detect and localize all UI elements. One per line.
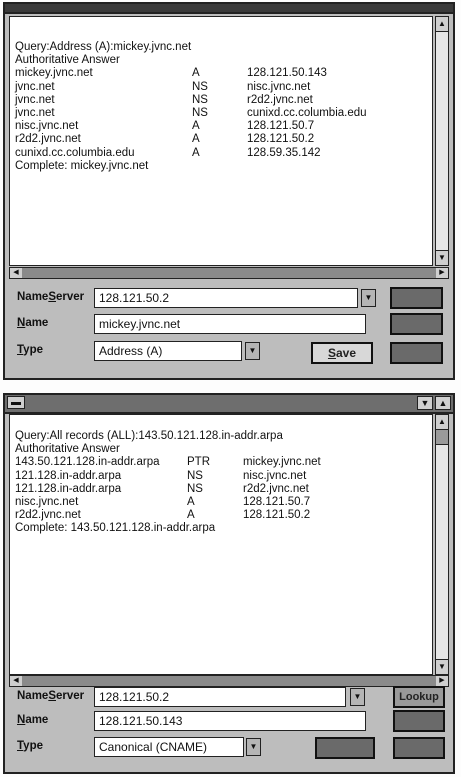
record-row: nisc.jvnc.net A 128.121.50.7 bbox=[15, 120, 315, 133]
vertical-scrollbar[interactable]: ▲ ▼ bbox=[435, 16, 449, 266]
complete-line: Complete: 143.50.121.128.in-addr.arpa bbox=[15, 522, 216, 535]
record-row: 143.50.121.128.in-addr.arpa PTR mickey.jvn… bbox=[15, 456, 321, 469]
results-pane: Query:All records (ALL):143.50.121.128.i… bbox=[9, 414, 433, 675]
lookup-button[interactable]: Lookup bbox=[393, 686, 445, 708]
scroll-up-icon[interactable]: ▲ bbox=[436, 17, 448, 32]
scroll-thumb[interactable] bbox=[436, 430, 448, 445]
complete-line: Complete: mickey.jvnc.net bbox=[15, 159, 149, 172]
chevron-down-icon[interactable]: ▼ bbox=[361, 289, 376, 307]
name-input[interactable]: mickey.jvnc.net bbox=[94, 314, 366, 334]
horizontal-scrollbar[interactable]: ◀ ▶ bbox=[9, 267, 449, 279]
scroll-down-icon[interactable]: ▼ bbox=[436, 659, 448, 674]
exit-button[interactable] bbox=[390, 342, 443, 364]
record-row: jvnc.net NS r2d2.jvnc.net bbox=[15, 93, 313, 106]
record-row: 121.128.in-addr.arpa NS nisc.jvnc.net bbox=[15, 469, 307, 482]
minimize-icon[interactable]: ▼ bbox=[417, 396, 433, 410]
record-row: jvnc.net NS cunixd.cc.columbia.edu bbox=[15, 106, 367, 119]
scroll-down-icon[interactable]: ▼ bbox=[436, 250, 448, 265]
nameserver-label: NameServer bbox=[17, 690, 85, 702]
system-menu-icon[interactable]: ▬ bbox=[7, 396, 25, 409]
chevron-down-icon[interactable]: ▼ bbox=[350, 688, 365, 706]
action-button[interactable] bbox=[393, 710, 445, 732]
type-select[interactable]: Canonical (CNAME) bbox=[94, 737, 244, 757]
type-label: Type bbox=[17, 344, 43, 356]
dns-window-2: ▬ ▼ ▲ Query:All records (ALL):143.50.121… bbox=[3, 393, 455, 774]
chevron-down-icon[interactable]: ▼ bbox=[246, 738, 261, 756]
record-row: r2d2.jvnc.net A 128.121.50.2 bbox=[15, 133, 315, 146]
lookup-button[interactable] bbox=[390, 287, 443, 309]
horizontal-scrollbar[interactable]: ◀ ▶ bbox=[9, 675, 449, 687]
name-label: Name bbox=[17, 317, 49, 329]
nameserver-input[interactable]: 128.121.50.2 bbox=[94, 687, 346, 707]
nameserver-label: NameServer bbox=[17, 291, 85, 303]
name-label: Name bbox=[17, 714, 49, 726]
record-row: cunixd.cc.columbia.edu A 128.59.35.142 bbox=[15, 146, 321, 159]
dns-window-1: Query:Address (A):mickey.jvnc.net Author… bbox=[3, 2, 455, 380]
action-button[interactable] bbox=[390, 313, 443, 335]
record-row: jvnc.net NS nisc.jvnc.net bbox=[15, 80, 311, 93]
chevron-down-icon[interactable]: ▼ bbox=[245, 342, 260, 360]
type-label: Type bbox=[17, 740, 43, 752]
query-line: Query:Address (A):mickey.jvnc.net bbox=[15, 41, 192, 53]
authoritative-line: Authoritative Answer bbox=[15, 54, 120, 67]
record-row: mickey.jvnc.net A 128.121.50.143 bbox=[15, 67, 327, 80]
query-line: Query:All records (ALL):143.50.121.128.i… bbox=[15, 430, 283, 442]
maximize-icon[interactable]: ▲ bbox=[435, 396, 451, 410]
name-input[interactable]: 128.121.50.143 bbox=[94, 711, 366, 731]
scroll-left-icon[interactable]: ◀ bbox=[10, 676, 22, 686]
scroll-right-icon[interactable]: ▶ bbox=[436, 268, 448, 278]
scroll-right-icon[interactable]: ▶ bbox=[436, 676, 448, 686]
vertical-scrollbar[interactable]: ▲ ▼ bbox=[435, 414, 449, 675]
record-row: r2d2.jvnc.net A 128.121.50.2 bbox=[15, 509, 311, 522]
save-button[interactable] bbox=[315, 737, 375, 759]
results-pane: Query:Address (A):mickey.jvnc.net Author… bbox=[9, 16, 433, 266]
type-select[interactable]: Address (A) bbox=[94, 341, 242, 361]
record-row: 121.128.in-addr.arpa NS r2d2.jvnc.net bbox=[15, 482, 309, 495]
save-button[interactable]: Save bbox=[311, 342, 373, 364]
nameserver-input[interactable]: 128.121.50.2 bbox=[94, 288, 358, 308]
authoritative-line: Authoritative Answer bbox=[15, 443, 120, 456]
title-bar[interactable] bbox=[5, 4, 453, 14]
scroll-left-icon[interactable]: ◀ bbox=[10, 268, 22, 278]
exit-button[interactable] bbox=[393, 737, 445, 759]
record-row: nisc.jvnc.net A 128.121.50.7 bbox=[15, 495, 311, 508]
scroll-up-icon[interactable]: ▲ bbox=[436, 415, 448, 430]
title-bar[interactable]: ▬ ▼ ▲ bbox=[5, 395, 453, 414]
